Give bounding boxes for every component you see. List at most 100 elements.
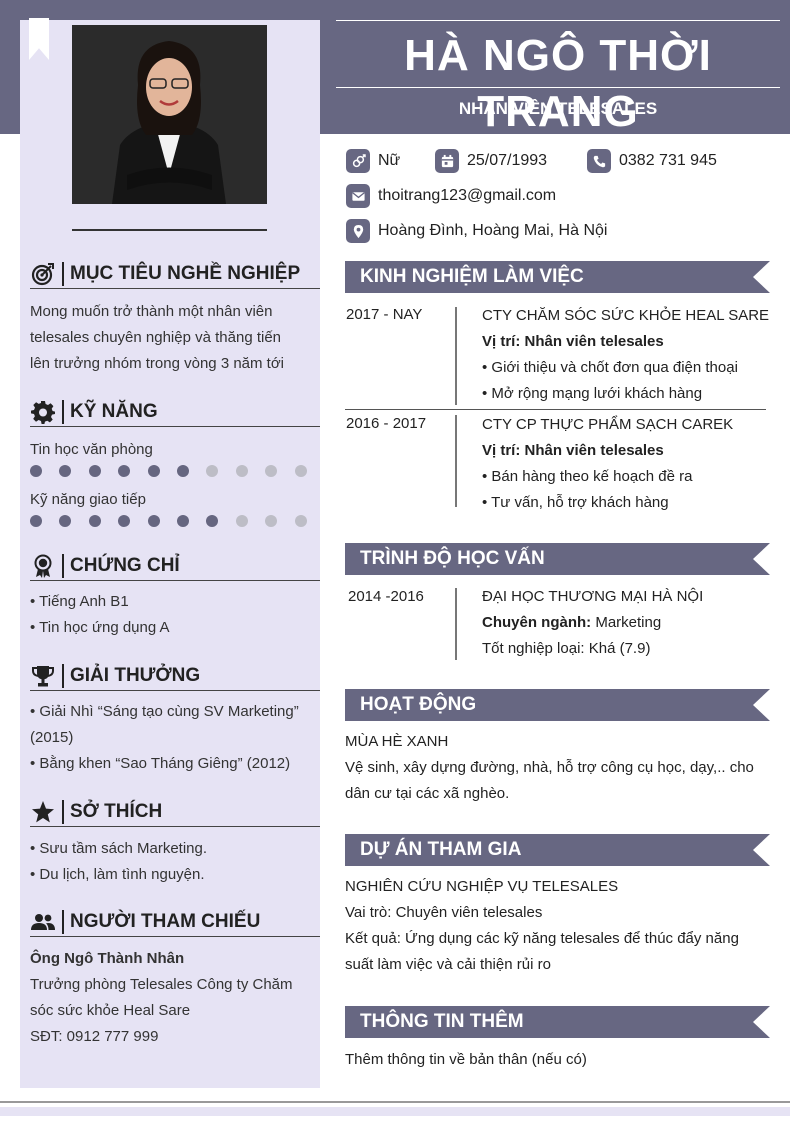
reference-name: Ông Ngô Thành Nhân	[30, 950, 185, 967]
email-icon	[346, 184, 370, 208]
rating-dot-filled	[176, 465, 189, 477]
objective-line: Mong muốn trở thành một nhân viên	[30, 303, 273, 320]
address-value: Hoàng Đình, Hoàng Mai, Hà Nội	[378, 222, 608, 239]
project-line: suất làm việc và cải thiện rủi ro	[345, 956, 551, 973]
rating-dot-filled	[88, 465, 101, 477]
certificates-title: CHỨNG CHỈ	[70, 554, 180, 576]
activities-title: HOẠT ĐỘNG	[360, 694, 477, 715]
heading-separator	[62, 663, 64, 688]
job-period: 2017 - NAY	[346, 306, 423, 323]
photo-divider	[72, 229, 267, 231]
gear-icon	[30, 399, 56, 425]
extra-text: Thêm thông tin về bản thân (nếu có)	[345, 1051, 587, 1068]
rating-dot-empty	[265, 515, 278, 527]
hobbies-heading: SỞ THÍCH	[30, 797, 320, 827]
objective-line: lên trưởng nhóm trong vòng 3 năm tới	[30, 355, 285, 372]
skill-label: Tin học văn phòng	[30, 441, 153, 458]
birthday-value: 25/07/1993	[467, 152, 548, 169]
hobby-item: • Du lịch, làm tình nguyện.	[30, 866, 205, 883]
award-line: (2015)	[30, 729, 74, 746]
job-block: CTY CHĂM SÓC SỨC KHỎE HEAL SARE Vị trí: …	[482, 303, 782, 407]
gender-icon	[346, 149, 370, 173]
trophy-icon	[30, 663, 56, 689]
references-heading: NGƯỜI THAM CHIẾU	[30, 907, 320, 937]
contact-phone: 0382 731 945	[587, 149, 717, 173]
reference-phone: SĐT: 0912 777 999	[30, 1028, 159, 1045]
candidate-role: NHÂN VIÊN TELESALES	[458, 99, 658, 118]
job-task: • Giới thiệu và chốt đơn qua điện thoại	[482, 359, 738, 376]
rating-dot-filled	[30, 515, 42, 527]
experience-banner: KINH NGHIỆM LÀM VIỆC	[345, 261, 770, 293]
target-icon	[30, 261, 56, 287]
education-result: Tốt nghiệp loại: Khá (7.9)	[482, 640, 651, 657]
rating-dot-filled	[176, 515, 189, 527]
hobbies-list: • Sưu tầm sách Marketing. • Du lịch, làm…	[30, 836, 315, 888]
candidate-name: HÀ NGÔ THỜI TRANG	[404, 31, 712, 136]
rating-dot-filled	[147, 515, 160, 527]
project-role: Vai trò: Chuyên viên telesales	[345, 904, 543, 921]
job-company: CTY CP THỰC PHẨM SẠCH CAREK	[482, 416, 734, 433]
hobby-item: • Sưu tầm sách Marketing.	[30, 840, 208, 857]
extra-title: THÔNG TIN THÊM	[360, 1011, 524, 1032]
skill-label: Kỹ năng giao tiếp	[30, 491, 146, 508]
certificate-item: • Tin học ứng dụng A	[30, 619, 170, 636]
project-name: NGHIÊN CỨU NGHIỆP VỤ TELESALES	[345, 878, 619, 895]
activity-line: Vệ sinh, xây dựng đường, nhà, hỗ trợ côn…	[345, 759, 754, 776]
education-block: ĐẠI HỌC THƯƠNG MẠI HÀ NỘI Chuyên ngành: …	[482, 584, 782, 662]
references-title: NGƯỜI THAM CHIẾU	[70, 910, 261, 932]
projects-block: NGHIÊN CỨU NGHIỆP VỤ TELESALES Vai trò: …	[345, 874, 775, 978]
major-value: Marketing	[591, 614, 662, 631]
certificates-list: • Tiếng Anh B1 • Tin học ứng dụng A	[30, 589, 315, 641]
timeline-line	[455, 307, 457, 405]
activities-banner: HOẠT ĐỘNG	[345, 689, 770, 721]
rating-dot-empty	[294, 515, 307, 527]
certificate-item: • Tiếng Anh B1	[30, 593, 129, 610]
job-period: 2016 - 2017	[346, 415, 427, 432]
skill-rating-office	[30, 465, 324, 477]
school-name: ĐẠI HỌC THƯƠNG MẠI HÀ NỘI	[482, 588, 704, 605]
education-period: 2014 -2016	[348, 588, 424, 605]
contact-birthday: 25/07/1993	[435, 149, 547, 173]
timeline-line	[455, 588, 457, 660]
name-rule-bottom	[336, 87, 780, 88]
major-label: Chuyên ngành:	[482, 614, 592, 631]
objective-title: MỤC TIÊU NGHỀ NGHIỆP	[70, 262, 301, 284]
rating-dot-empty	[294, 465, 307, 477]
job-block: CTY CP THỰC PHẨM SẠCH CAREK Vị trí: Nhân…	[482, 412, 782, 516]
rating-dot-filled	[88, 515, 101, 527]
heading-separator	[62, 261, 64, 286]
rating-dot-empty	[265, 465, 278, 477]
heading-separator	[62, 399, 64, 424]
certificates-heading: CHỨNG CHỈ	[30, 551, 320, 581]
contact-gender: Nữ	[346, 149, 400, 173]
objective-line: telesales chuyên nghiệp và thăng tiến	[30, 329, 282, 346]
job-position: Vị trí: Nhân viên telesales	[482, 333, 664, 350]
timeline-line	[455, 415, 457, 507]
phone-value: 0382 731 945	[619, 152, 717, 169]
rating-dot-filled	[206, 515, 219, 527]
rating-dot-filled	[118, 515, 131, 527]
rating-dot-empty	[235, 515, 248, 527]
skills-heading: KỸ NĂNG	[30, 397, 320, 427]
medal-icon	[30, 553, 56, 579]
email-value: thoitrang123@gmail.com	[378, 187, 557, 204]
projects-banner: DỰ ÁN THAM GIA	[345, 834, 770, 866]
awards-title: GIẢI THƯỞNG	[70, 664, 201, 686]
rating-dot-filled	[59, 515, 72, 527]
location-pin-icon	[346, 219, 370, 243]
education-banner: TRÌNH ĐỘ HỌC VẤN	[345, 543, 770, 575]
footer-rule	[0, 1101, 790, 1103]
rating-dot-filled	[147, 465, 160, 477]
objective-text: Mong muốn trở thành một nhân viên telesa…	[30, 299, 315, 377]
references-block: Ông Ngô Thành Nhân Trưởng phòng Telesale…	[30, 946, 315, 1050]
rating-dot-filled	[118, 465, 131, 477]
calendar-icon	[435, 149, 459, 173]
education-major: Chuyên ngành: Marketing	[482, 610, 782, 636]
skills-title: KỸ NĂNG	[70, 400, 158, 422]
award-line: • Bằng khen “Sao Tháng Giêng” (2012)	[30, 755, 291, 772]
hobbies-title: SỞ THÍCH	[70, 800, 163, 822]
education-title: TRÌNH ĐỘ HỌC VẤN	[360, 548, 545, 569]
extra-banner: THÔNG TIN THÊM	[345, 1006, 770, 1038]
profile-photo	[72, 25, 267, 204]
job-task: • Tư vấn, hỗ trợ khách hàng	[482, 494, 669, 511]
